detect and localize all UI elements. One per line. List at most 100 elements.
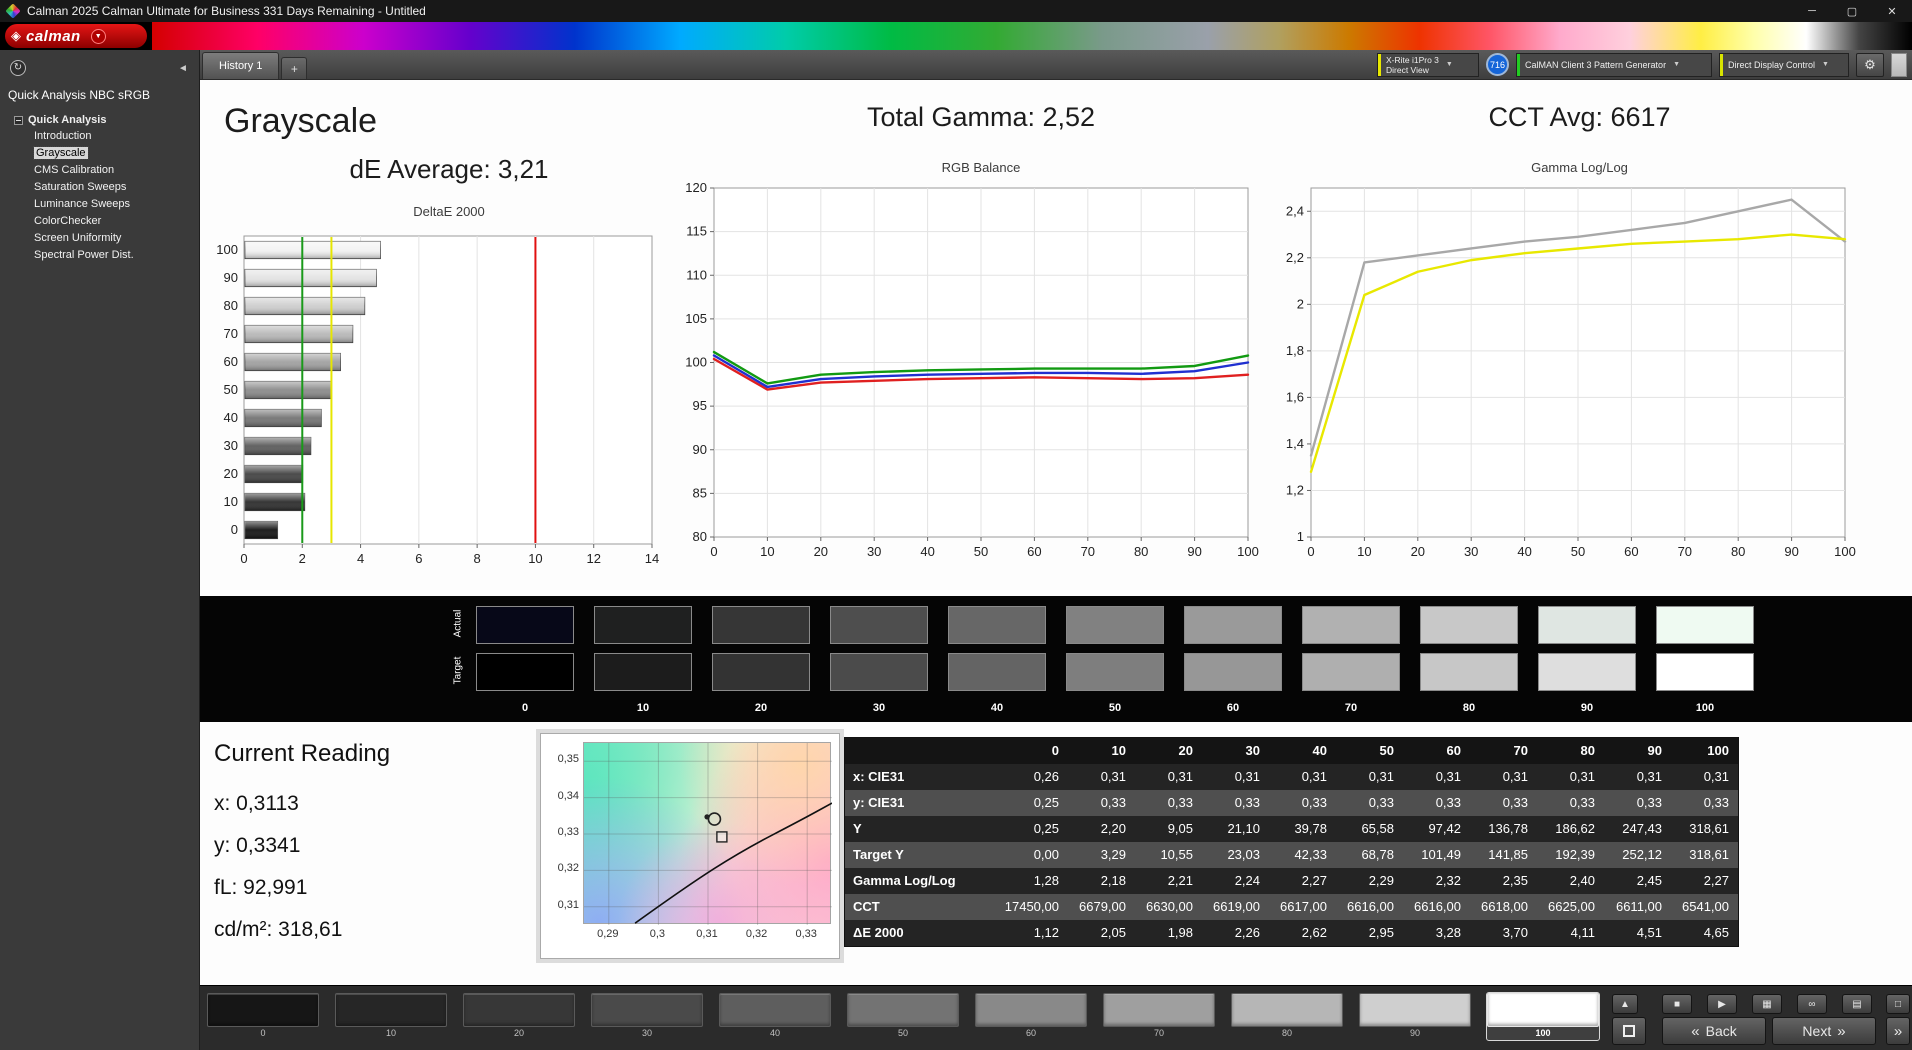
pattern-generator-selector[interactable]: CalMAN Client 3 Pattern Generator ▼ xyxy=(1516,52,1712,77)
svg-text:2: 2 xyxy=(1297,296,1304,311)
table-cell: 0,33 xyxy=(1403,790,1470,816)
svg-text:95: 95 xyxy=(693,398,707,413)
sidebar-item-spectral-power-dist-[interactable]: Spectral Power Dist. xyxy=(0,247,199,264)
minimize-icon: ─ xyxy=(1808,5,1816,17)
table-cell: 2,27 xyxy=(1671,868,1738,894)
table-row: Gamma Log/Log 1,28 2,18 2,21 2,24 2,27 2,29 2,3… xyxy=(845,868,1738,894)
table-row: y: CIE31 0,25 0,33 0,33 0,33 0,33 0,33 0,33 0,33… xyxy=(845,790,1738,816)
pattern-window-button[interactable] xyxy=(1612,1017,1646,1045)
tab-history-1[interactable]: History 1 xyxy=(202,52,280,79)
svg-text:100: 100 xyxy=(1237,544,1259,559)
link-button[interactable]: ∞ xyxy=(1797,994,1827,1014)
pattern-button-100[interactable]: 100 xyxy=(1486,992,1600,1041)
stop-button[interactable]: ■ xyxy=(1662,994,1692,1014)
table-cell: 247,43 xyxy=(1604,816,1671,842)
meter-count-badge[interactable]: 716 xyxy=(1486,53,1509,76)
back-button[interactable]: « Back xyxy=(1662,1017,1766,1045)
table-column-header: 60 xyxy=(1403,738,1470,764)
table-cell: 6630,00 xyxy=(1135,894,1202,920)
table-cell: 101,49 xyxy=(1403,842,1470,868)
refresh-button[interactable]: ↻ xyxy=(10,60,26,76)
pattern-swatch xyxy=(591,993,703,1027)
table-cell: 4,65 xyxy=(1671,920,1738,946)
grid-view-button[interactable]: ▤ xyxy=(1842,994,1872,1014)
tree-group-label: Quick Analysis xyxy=(28,114,107,126)
table-cell: 2,27 xyxy=(1269,868,1336,894)
target-swatch-40 xyxy=(948,653,1046,691)
pattern-control-bar: 0 10 20 30 40 50 60 70 80 90 100 ▲ ■ ▶ ▦ ∞ ▤ « Bac… xyxy=(200,985,1912,1050)
svg-text:80: 80 xyxy=(1731,544,1745,559)
pattern-swatch xyxy=(1359,993,1471,1027)
calman-menu-button[interactable]: ◈ calman ▼ xyxy=(5,24,147,48)
pattern-button-20[interactable]: 20 xyxy=(463,993,575,1040)
meter-selector[interactable]: X-Rite i1Pro 3 Direct View ▼ xyxy=(1377,52,1479,77)
pattern-button-90[interactable]: 90 xyxy=(1359,993,1471,1040)
table-row-label: Gamma Log/Log xyxy=(845,868,1001,894)
advance-button[interactable]: » xyxy=(1886,1017,1910,1045)
svg-text:40: 40 xyxy=(1517,544,1531,559)
tree-expander-icon[interactable] xyxy=(14,115,23,125)
add-tab-button[interactable]: + xyxy=(281,57,308,79)
maximize-button[interactable]: ▢ xyxy=(1832,0,1872,22)
tree-group-quick-analysis[interactable]: Quick Analysis xyxy=(0,112,199,128)
svg-text:20: 20 xyxy=(814,544,828,559)
svg-text:0: 0 xyxy=(240,551,247,566)
sidebar-item-cms-calibration[interactable]: CMS Calibration xyxy=(0,162,199,179)
pattern-button-10[interactable]: 10 xyxy=(335,993,447,1040)
pattern-button-50[interactable]: 50 xyxy=(847,993,959,1040)
pattern-button-60[interactable]: 60 xyxy=(975,993,1087,1040)
cie-x-tick-label: 0,31 xyxy=(696,928,718,940)
minimize-button[interactable]: ─ xyxy=(1792,0,1832,22)
pattern-button-0[interactable]: 0 xyxy=(207,993,319,1040)
calman-logo-text: calman xyxy=(26,27,81,45)
svg-text:60: 60 xyxy=(1624,544,1638,559)
pattern-up-button[interactable]: ▲ xyxy=(1612,994,1638,1014)
pattern-button-70[interactable]: 70 xyxy=(1103,993,1215,1040)
svg-text:50: 50 xyxy=(974,544,988,559)
svg-text:20: 20 xyxy=(224,466,238,481)
back-label: Back xyxy=(1705,1023,1737,1039)
pattern-button-40[interactable]: 40 xyxy=(719,993,831,1040)
collapse-sidebar-button[interactable]: ◄ xyxy=(173,63,193,74)
save-button[interactable]: ▦ xyxy=(1752,994,1782,1014)
collapse-left-icon: ◄ xyxy=(178,62,188,74)
table-cell: 17450,00 xyxy=(1001,894,1068,920)
table-cell: 0,33 xyxy=(1202,790,1269,816)
svg-text:10: 10 xyxy=(760,544,774,559)
table-cell: 9,05 xyxy=(1135,816,1202,842)
window-title: Calman 2025 Calman Ultimate for Business… xyxy=(27,4,426,18)
svg-text:30: 30 xyxy=(1464,544,1478,559)
next-button[interactable]: Next » xyxy=(1772,1017,1876,1045)
table-cell: 4,51 xyxy=(1604,920,1671,946)
sidebar-item-grayscale[interactable]: Grayscale xyxy=(0,145,199,162)
svg-text:60: 60 xyxy=(1027,544,1041,559)
table-cell: 1,98 xyxy=(1135,920,1202,946)
table-cell: 2,26 xyxy=(1202,920,1269,946)
sidebar-item-luminance-sweeps[interactable]: Luminance Sweeps xyxy=(0,196,199,213)
table-row: Y 0,25 2,20 9,05 21,10 39,78 65,58 97,42 136,78 1… xyxy=(845,816,1738,842)
table-cell: 0,00 xyxy=(1001,842,1068,868)
svg-text:1,6: 1,6 xyxy=(1286,389,1304,404)
settings-button[interactable]: ⚙ xyxy=(1856,52,1884,77)
pattern-button-30[interactable]: 30 xyxy=(591,993,703,1040)
sidebar-item-introduction[interactable]: Introduction xyxy=(0,128,199,145)
sidebar-item-saturation-sweeps[interactable]: Saturation Sweeps xyxy=(0,179,199,196)
table-cell: 2,21 xyxy=(1135,868,1202,894)
layout-button[interactable]: □ xyxy=(1886,994,1910,1014)
table-cell: 0,33 xyxy=(1671,790,1738,816)
sidebar-item-screen-uniformity[interactable]: Screen Uniformity xyxy=(0,230,199,247)
cie-x-tick-label: 0,33 xyxy=(795,928,817,940)
pattern-button-80[interactable]: 80 xyxy=(1231,993,1343,1040)
sidebar-item-colorchecker[interactable]: ColorChecker xyxy=(0,213,199,230)
table-cell: 39,78 xyxy=(1269,816,1336,842)
close-button[interactable]: ✕ xyxy=(1872,0,1912,22)
workflow-title: Quick Analysis NBC sRGB xyxy=(8,88,151,102)
swatch-level-label: 0 xyxy=(521,702,529,714)
play-button[interactable]: ▶ xyxy=(1707,994,1737,1014)
table-cell: 2,95 xyxy=(1336,920,1403,946)
panel-toggle-handle[interactable] xyxy=(1891,52,1907,77)
table-cell: 2,32 xyxy=(1403,868,1470,894)
table-row: CCT 17450,00 6679,00 6630,00 6619,00 6617,00 6… xyxy=(845,894,1738,920)
display-control-selector[interactable]: Direct Display Control ▼ xyxy=(1719,52,1849,77)
svg-text:90: 90 xyxy=(1784,544,1798,559)
